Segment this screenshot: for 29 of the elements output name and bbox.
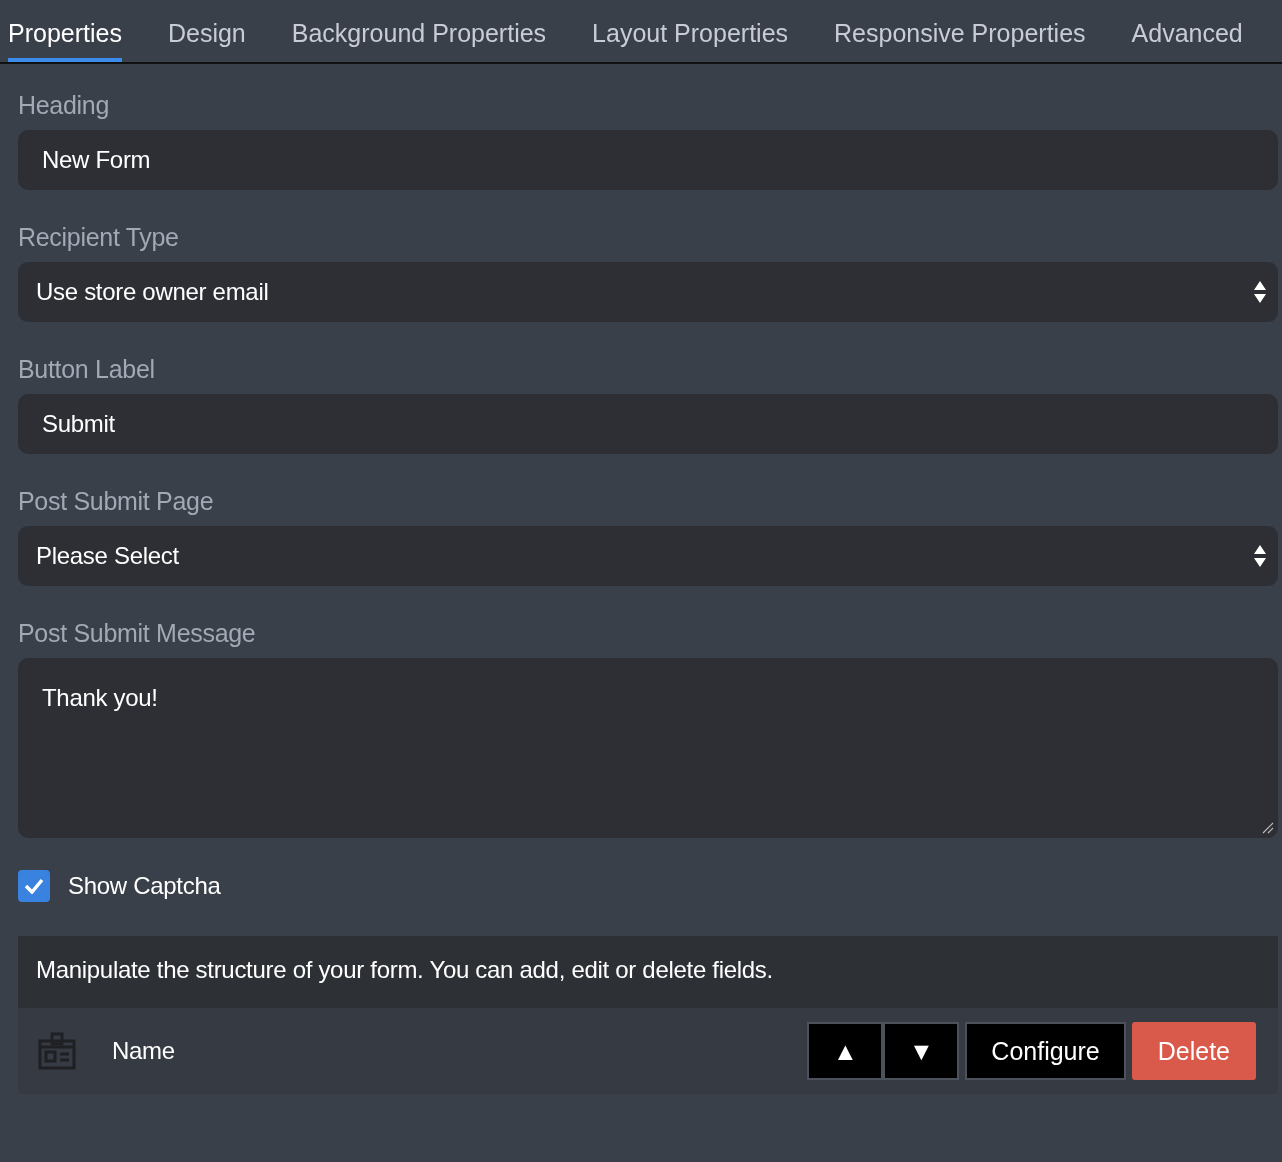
tab[interactable]: Background Properties xyxy=(291,0,547,62)
checkbox[interactable] xyxy=(18,870,50,902)
check-icon xyxy=(24,878,44,894)
structure-description: Manipulate the structure of your form. You can add, edit or delete fields. xyxy=(18,936,1278,1008)
sort-arrows-icon xyxy=(1254,545,1266,567)
resize-handle-icon[interactable] xyxy=(1262,822,1274,834)
tab[interactable]: Responsive Properties xyxy=(834,0,1086,62)
sort-arrows-icon xyxy=(1254,281,1266,303)
input-field[interactable]: Submit xyxy=(18,394,1278,454)
field-label: Recipient Type xyxy=(18,222,180,252)
checkbox-label: Show Captcha xyxy=(68,871,221,902)
configure-button[interactable]: Configure xyxy=(965,1022,1126,1080)
field-label: Button Label xyxy=(18,354,156,384)
select-field[interactable]: Please Select xyxy=(18,526,1278,586)
field-label: Post Submit Message xyxy=(18,618,257,648)
move-down-button[interactable]: ▼ xyxy=(883,1022,960,1080)
tab[interactable]: Properties xyxy=(8,0,122,62)
textarea-field[interactable]: Thank you! xyxy=(18,658,1278,838)
id-card-icon xyxy=(38,1032,76,1070)
select-field[interactable]: Use store owner email xyxy=(18,262,1278,322)
field-name: Name xyxy=(112,1036,176,1067)
move-up-button[interactable]: ▲ xyxy=(807,1022,884,1080)
input-field[interactable]: New Form xyxy=(18,130,1278,190)
delete-button[interactable]: Delete xyxy=(1131,1022,1256,1080)
tab[interactable]: Advanced xyxy=(1131,0,1243,62)
field-label: Post Submit Page xyxy=(18,486,215,516)
tab[interactable]: Layout Properties xyxy=(592,0,789,62)
field-label: Heading xyxy=(18,90,111,120)
tab[interactable]: Design xyxy=(167,0,246,62)
